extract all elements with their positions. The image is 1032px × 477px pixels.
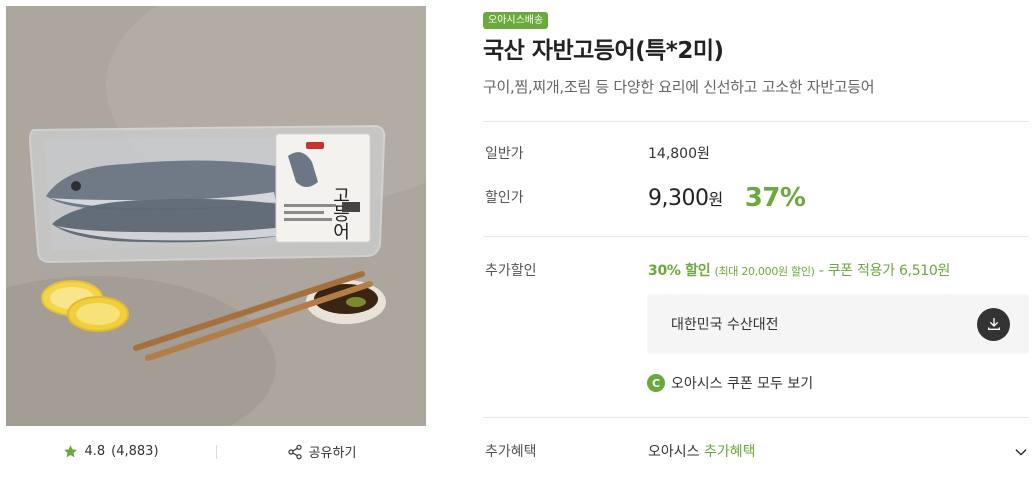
product-image: 고등어	[6, 6, 426, 426]
coupon-price: 6,510원	[898, 263, 951, 279]
rating-count: (4,883)	[111, 444, 159, 459]
divider	[483, 121, 1029, 122]
image-meta-bar: 4.8 (4,883) 공유하기	[6, 426, 426, 477]
normal-price-row: 일반가 14,800원	[485, 143, 710, 163]
discount-rate: 37%	[744, 183, 806, 213]
coupon-price-separator: - 쿠폰 적용가	[814, 263, 899, 279]
normal-price-value: 14,800원	[648, 146, 710, 162]
rating: 4.8 (4,883)	[6, 444, 216, 459]
coupon-download-box[interactable]: 대한민국 수산대전	[647, 294, 1029, 354]
all-coupons-link[interactable]: C 오아시스 쿠폰 모두 보기	[647, 373, 813, 393]
extra-discount-row: 추가할인 30% 할인 (최대 20,000원 할인) - 쿠폰 적용가 6,5…	[485, 260, 950, 280]
sale-price: 9,300원	[648, 186, 723, 211]
product-info: 오아시스배송 국산 자반고등어(특*2미) 구이,찜,찌개,조림 등 다양한 요…	[483, 8, 1032, 97]
product-photo: 고등어	[6, 6, 426, 426]
extra-discount-detail: 30% 할인 (최대 20,000원 할인) - 쿠폰 적용가 6,510원	[648, 260, 950, 280]
rating-score: 4.8	[84, 444, 106, 459]
benefit-label: 추가혜택	[485, 444, 537, 460]
share-label: 공유하기	[308, 446, 357, 461]
benefit-value-highlight: 추가혜택	[703, 444, 756, 460]
share-button[interactable]: 공유하기	[217, 442, 426, 461]
sale-price-row: 할인가 9,300원 37%	[485, 183, 806, 213]
extra-discount-rate: 30% 할인	[648, 263, 711, 279]
divider	[483, 417, 1029, 418]
coupon-c-icon: C	[647, 374, 665, 392]
extra-discount-max: (최대 20,000원 할인)	[714, 265, 815, 278]
sale-price-unit: 원	[708, 189, 723, 209]
coupon-name: 대한민국 수산대전	[671, 317, 779, 333]
benefit-value: 오아시스 추가혜택	[648, 441, 756, 461]
product-subtitle: 구이,찜,찌개,조림 등 다양한 요리에 신선하고 고소한 자반고등어	[483, 78, 875, 96]
star-icon	[64, 445, 78, 458]
product-title: 국산 자반고등어(특*2미)	[483, 38, 724, 64]
benefit-value-prefix: 오아시스	[648, 444, 704, 460]
sale-price-amount: 9,300	[648, 185, 709, 211]
divider	[483, 236, 1029, 237]
download-icon	[987, 318, 1000, 330]
all-coupons-label: 오아시스 쿠폰 모두 보기	[671, 376, 814, 392]
normal-price-label: 일반가	[485, 146, 524, 162]
coupon-download-button[interactable]	[977, 307, 1010, 341]
extra-discount-label: 추가할인	[485, 263, 537, 279]
share-icon	[287, 444, 302, 459]
chevron-down-icon[interactable]	[1013, 444, 1029, 460]
package-label-text: 고등어	[330, 186, 351, 240]
benefit-row[interactable]: 추가혜택 오아시스 추가혜택	[485, 441, 756, 461]
delivery-badge: 오아시스배송	[483, 12, 549, 29]
sale-price-label: 할인가	[485, 190, 524, 206]
